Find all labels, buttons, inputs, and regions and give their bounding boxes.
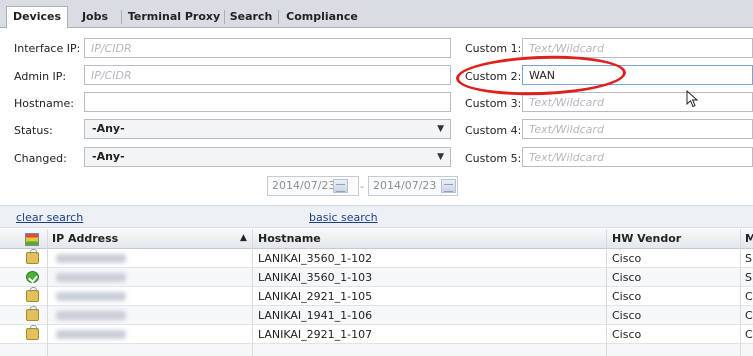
ip-address-redacted bbox=[56, 330, 126, 339]
calendar-icon[interactable] bbox=[441, 179, 456, 193]
tab-search[interactable]: Search bbox=[226, 7, 276, 28]
date-to-value: 2014/07/23 bbox=[373, 179, 437, 192]
dropdown-arrow-icon: ▼ bbox=[437, 152, 444, 162]
tab-jobs[interactable]: Jobs bbox=[72, 7, 118, 28]
hostname-cell: LANIKAI_3560_1-102 bbox=[258, 252, 373, 265]
status-legend-icon bbox=[25, 233, 39, 246]
tab-compliance[interactable]: Compliance bbox=[280, 7, 364, 28]
clear-search-link[interactable]: clear search bbox=[16, 211, 83, 224]
basic-search-link[interactable]: basic search bbox=[309, 211, 378, 224]
mouse-pointer-icon bbox=[686, 90, 699, 108]
column-next[interactable]: M bbox=[745, 232, 753, 245]
hostname-cell: LANIKAI_3560_1-103 bbox=[258, 271, 373, 284]
ip-address-redacted bbox=[56, 273, 126, 282]
table-row[interactable]: LANIKAI_2921_1-107 Cisco C bbox=[0, 325, 753, 344]
admin-ip-label: Admin IP: bbox=[14, 70, 67, 83]
tab-devices[interactable]: Devices bbox=[6, 6, 68, 29]
column-hostname[interactable]: Hostname bbox=[258, 232, 321, 245]
custom3-label: Custom 3: bbox=[465, 97, 522, 110]
column-hw-vendor[interactable]: HW Vendor bbox=[612, 232, 681, 245]
table-row[interactable]: LANIKAI_3560_1-102 Cisco S bbox=[0, 249, 753, 268]
table-row[interactable]: LANIKAI_3560_1-103 Cisco S bbox=[0, 268, 753, 287]
lock-icon bbox=[26, 287, 39, 302]
custom3-input[interactable] bbox=[522, 92, 753, 112]
column-divider bbox=[252, 229, 253, 356]
table-row[interactable]: LANIKAI_1941_1-106 Cisco C bbox=[0, 306, 753, 325]
hostname-input[interactable] bbox=[84, 92, 451, 112]
vendor-cell: Cisco bbox=[612, 309, 642, 322]
changed-select-value: -Any- bbox=[92, 150, 125, 163]
admin-ip-input[interactable] bbox=[84, 65, 451, 85]
date-from-value: 2014/07/23 bbox=[272, 179, 336, 192]
custom1-label: Custom 1: bbox=[465, 42, 522, 55]
next-cell: C bbox=[745, 290, 753, 303]
table-row[interactable]: LANIKAI_2921_1-105 Cisco C bbox=[0, 287, 753, 306]
column-divider bbox=[606, 229, 607, 356]
vendor-cell: Cisco bbox=[612, 252, 642, 265]
column-divider bbox=[740, 229, 741, 356]
status-select-value: -Any- bbox=[92, 122, 125, 135]
tab-bar: Devices Jobs Terminal Proxy Search Compl… bbox=[0, 0, 753, 29]
ip-address-redacted bbox=[56, 292, 126, 301]
date-separator: - bbox=[360, 180, 364, 193]
lock-icon bbox=[26, 306, 39, 321]
hostname-label: Hostname: bbox=[14, 97, 74, 110]
hostname-cell: LANIKAI_1941_1-106 bbox=[258, 309, 373, 322]
column-divider bbox=[47, 229, 48, 356]
sort-asc-icon[interactable]: ▲ bbox=[240, 233, 247, 243]
status-select[interactable]: -Any- ▼ bbox=[84, 119, 451, 139]
interface-ip-input[interactable] bbox=[84, 38, 451, 58]
hostname-cell: LANIKAI_2921_1-107 bbox=[258, 328, 373, 341]
custom5-input[interactable] bbox=[522, 147, 753, 167]
table-row[interactable] bbox=[0, 344, 753, 356]
dropdown-arrow-icon: ▼ bbox=[437, 124, 444, 134]
custom4-label: Custom 4: bbox=[465, 124, 522, 137]
calendar-icon[interactable] bbox=[333, 179, 348, 193]
table-header: IP Address ▲ Hostname HW Vendor M bbox=[0, 229, 753, 249]
custom5-label: Custom 5: bbox=[465, 152, 522, 165]
interface-ip-label: Interface IP: bbox=[14, 42, 81, 55]
lock-icon bbox=[26, 249, 39, 264]
column-ip-address[interactable]: IP Address bbox=[52, 232, 118, 245]
ip-address-redacted bbox=[56, 254, 126, 263]
custom4-input[interactable] bbox=[522, 119, 753, 139]
next-cell: S bbox=[745, 252, 752, 265]
vendor-cell: Cisco bbox=[612, 328, 642, 341]
vendor-cell: Cisco bbox=[612, 290, 642, 303]
changed-select[interactable]: -Any- ▼ bbox=[84, 147, 451, 167]
tab-separator bbox=[121, 10, 122, 24]
tab-separator bbox=[224, 10, 225, 24]
next-cell: S bbox=[745, 271, 752, 284]
hostname-cell: LANIKAI_2921_1-105 bbox=[258, 290, 373, 303]
check-icon bbox=[26, 271, 39, 283]
next-cell: C bbox=[745, 309, 753, 322]
vendor-cell: Cisco bbox=[612, 271, 642, 284]
search-links-bar: clear search basic search bbox=[0, 205, 753, 228]
next-cell: C bbox=[745, 328, 753, 341]
tab-separator bbox=[278, 10, 279, 24]
ip-address-redacted bbox=[56, 311, 126, 320]
lock-icon bbox=[26, 325, 39, 340]
changed-label: Changed: bbox=[14, 152, 67, 165]
status-label: Status: bbox=[14, 124, 53, 137]
tab-terminal-proxy[interactable]: Terminal Proxy bbox=[124, 7, 224, 28]
